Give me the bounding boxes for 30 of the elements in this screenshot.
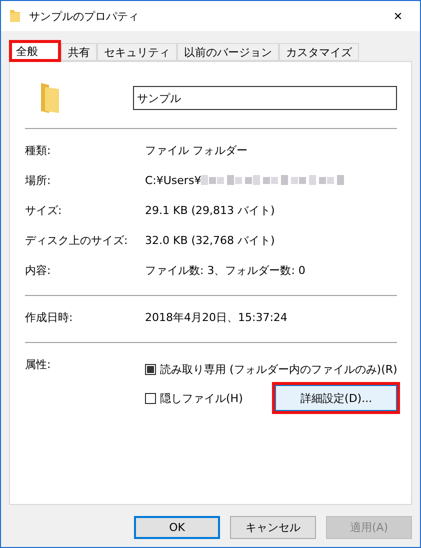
checkbox-box[interactable]: [145, 392, 156, 404]
checkbox-box[interactable]: [145, 364, 156, 374]
property-label: サイズ:: [25, 202, 63, 218]
checkbox[interactable]: 隠しファイル(H): [145, 390, 243, 406]
property-label: 場所:: [25, 172, 52, 188]
folder-icon: [39, 81, 61, 115]
close-button[interactable]: ✕: [376, 1, 420, 31]
tab[interactable]: 以前のバージョン: [177, 43, 279, 61]
property-value: ファイル フォルダー: [145, 142, 248, 158]
dialog-button[interactable]: OK: [134, 516, 220, 539]
advanced-button[interactable]: 詳細設定(D)...: [275, 385, 398, 411]
property-value: 29.1 KB (29,813 バイト): [145, 202, 275, 218]
name-field[interactable]: サンプル: [133, 86, 397, 110]
property-value: 32.0 KB (32,768 バイト): [145, 232, 275, 248]
window-title: サンプルのプロパティ: [29, 8, 140, 24]
property-value: C:¥Users¥: [145, 174, 202, 186]
property-label: 種類:: [25, 142, 52, 158]
folder-icon: [9, 9, 21, 23]
tab[interactable]: セキュリティ: [97, 43, 177, 61]
tab[interactable]: 全般: [9, 40, 61, 62]
attributes-label: 属性:: [25, 357, 52, 373]
property-value: 2018年4月20日、15:37:24: [145, 310, 288, 324]
property-label: ディスク上のサイズ:: [25, 232, 129, 248]
tab[interactable]: 共有: [61, 43, 97, 61]
property-label: 作成日時:: [25, 310, 74, 324]
property-value: ファイル数: 3、フォルダー数: 0: [145, 262, 306, 278]
dialog-button[interactable]: キャンセル: [230, 516, 316, 539]
property-label: 内容:: [25, 262, 52, 278]
checkbox-label: 隠しファイル(H): [160, 390, 243, 406]
tab[interactable]: カスタマイズ: [279, 43, 359, 61]
